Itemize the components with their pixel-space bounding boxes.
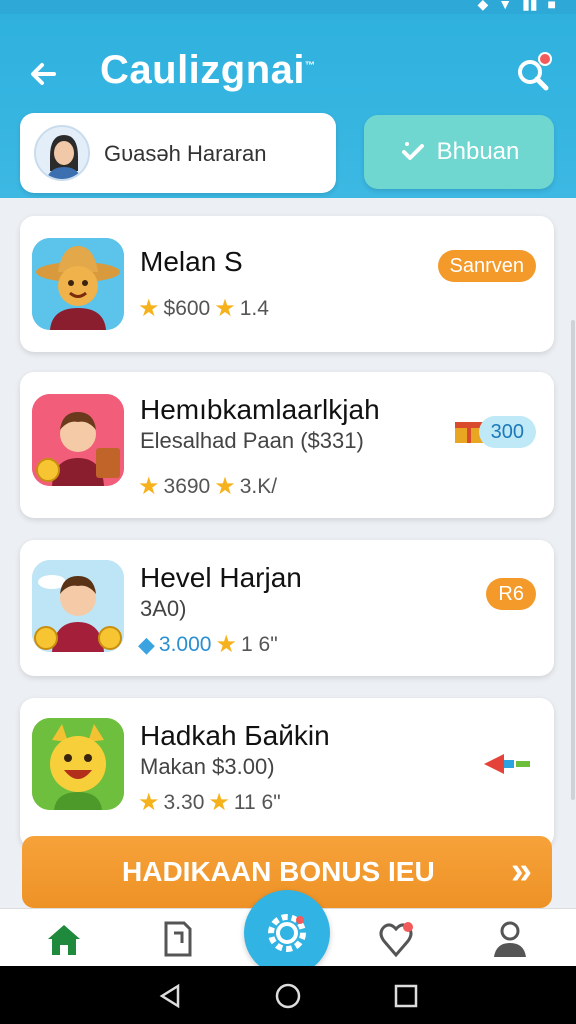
status-icons: ◆ ▼ ▮▮ ■	[477, 0, 556, 13]
avatar-image	[36, 127, 88, 179]
card-stat-value: 3.000	[158, 632, 212, 656]
trademark-mark: ™	[305, 60, 316, 72]
status-bar: ◆ ▼ ▮▮ ■	[0, 0, 576, 14]
nav-profile[interactable]	[488, 917, 532, 961]
card-thumbnail	[32, 238, 124, 330]
page-title-text: Caulizgnai	[100, 48, 306, 92]
system-home-button[interactable]	[274, 982, 302, 1010]
businessman-avatar-icon	[32, 394, 124, 486]
scrollbar[interactable]	[571, 320, 575, 800]
square-recents-icon	[394, 984, 418, 1008]
back-button[interactable]	[24, 54, 64, 94]
star-icon: ★	[138, 789, 160, 816]
document-icon	[164, 921, 192, 957]
list-item[interactable]: Hevel Harjan 3A0) ◆ 3.000 ★ 1 6" R6	[20, 540, 554, 676]
action-button[interactable]: Bhbuan	[364, 115, 554, 189]
list-item[interactable]: Melan S ★ $600 ★ 1.4 Sanrven	[20, 216, 554, 352]
card-stat-value: 1.4	[239, 296, 269, 320]
card-badge-button[interactable]: R6	[486, 578, 536, 610]
battery-icon: ▮▮	[522, 0, 538, 12]
card-subtitle: Makan $3.00)	[140, 754, 275, 779]
card-title: Hemıbkamlaarlkjah	[140, 394, 380, 425]
cowboy-avatar-icon	[32, 238, 124, 330]
card-badge-button[interactable]: 300	[478, 416, 536, 448]
avatar	[34, 125, 90, 181]
chevron-double-right-icon: »	[510, 850, 532, 892]
card-badge-button[interactable]: Sanrven	[437, 250, 536, 282]
star-icon: ★	[214, 473, 236, 500]
card-thumbnail	[32, 718, 124, 810]
flag-arrow-icon[interactable]	[484, 754, 532, 774]
arrow-left-icon	[31, 63, 56, 85]
card-stat-value: 3.K/	[239, 474, 278, 498]
nav-documents[interactable]	[156, 917, 200, 961]
card-stat-value: 3690	[163, 474, 211, 498]
triangle-back-icon	[159, 983, 180, 1009]
star-icon: ★	[138, 295, 160, 322]
card-stats: ★ $600 ★ 1.4	[138, 294, 269, 323]
smiley-mascot-icon	[32, 718, 124, 810]
boy-avatar-icon	[32, 560, 124, 652]
list-item[interactable]: Hadkah Байkin Makan $3.00) ★ 3.30 ★ 11 6…	[20, 698, 554, 848]
card-thumbnail	[32, 560, 124, 652]
heart-pin-icon	[379, 922, 413, 958]
list-item[interactable]: Hemıbkamlaarlkjah Elesalhad Paan ($331) …	[20, 372, 554, 518]
card-stats: ★ 3.30 ★ 11 6"	[138, 788, 281, 817]
card-stat-value: $600	[163, 296, 211, 320]
profile-card[interactable]: Gυasəh Hararan	[20, 113, 336, 193]
nav-favorites[interactable]	[374, 917, 418, 961]
star-icon: ★	[214, 295, 236, 322]
notification-dot	[538, 52, 552, 66]
bonus-label: HADIKAAN BONUS IEU	[122, 856, 435, 887]
star-icon: ★	[208, 789, 230, 816]
check-sparkle-icon	[401, 142, 424, 160]
card-title: Melan S	[140, 246, 243, 277]
star-icon: ★	[215, 631, 237, 658]
card-stats: ◆ 3.000 ★ 1 6"	[138, 630, 278, 659]
card-stat-value: 11 6"	[233, 790, 281, 814]
card-stats: ★ 3690 ★ 3.K/	[138, 472, 277, 501]
home-icon	[48, 925, 80, 955]
system-back-button[interactable]	[156, 982, 184, 1010]
nav-home[interactable]	[42, 917, 86, 961]
signal-icon: ◆	[477, 0, 489, 12]
gear-icon	[268, 914, 306, 952]
system-nav-bar	[0, 966, 576, 1024]
system-recents-button[interactable]	[392, 982, 420, 1010]
action-button-label: Bhbuan	[436, 138, 520, 165]
card-subtitle: 3A0)	[140, 596, 187, 621]
search-button[interactable]	[512, 52, 556, 96]
star-icon: ★	[138, 473, 160, 500]
user-icon	[494, 921, 526, 957]
card-title: Hadkah Байkin	[140, 720, 330, 751]
wifi-icon: ▼	[498, 0, 513, 12]
page-title: Caulizgnai™	[100, 48, 316, 93]
card-thumbnail	[32, 394, 124, 486]
circle-home-icon	[275, 983, 301, 1009]
profile-name: Gυasəh Hararan	[104, 141, 267, 166]
tag-icon: ◆	[138, 631, 155, 657]
card-stat-value: 1 6"	[241, 632, 278, 656]
card-subtitle: Elesalhad Paan ($331)	[140, 428, 364, 453]
battery-level-icon: ■	[547, 0, 556, 12]
settings-fab-button[interactable]	[244, 890, 330, 976]
card-title: Hevel Harjan	[140, 562, 302, 593]
card-stat-value: 3.30	[163, 790, 205, 814]
